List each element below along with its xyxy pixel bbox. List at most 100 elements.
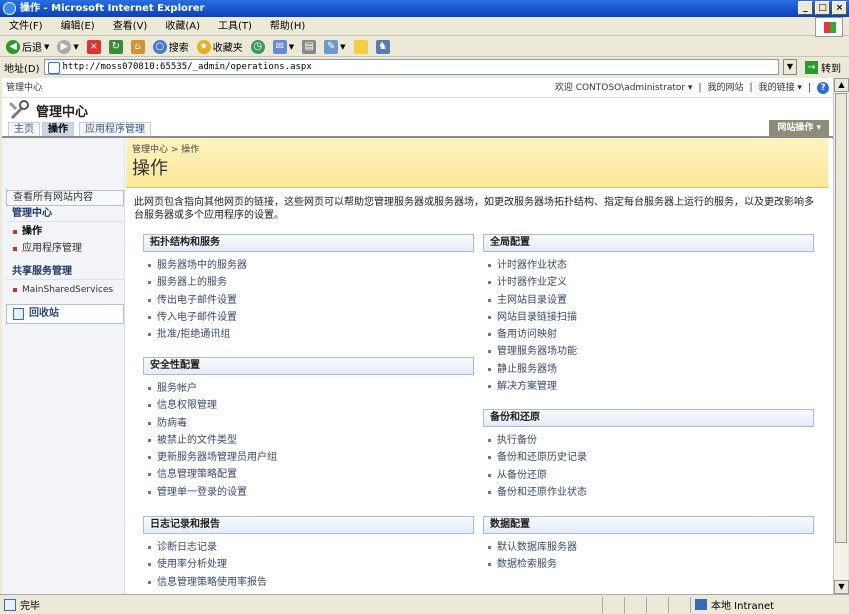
ie-icon [3,2,16,15]
section-title: 备份和还原 [483,409,814,427]
link-timer-job-definitions[interactable]: 计时器作业定义 [483,274,814,291]
favorites-button[interactable]: ★ 收藏夹 [195,38,245,56]
nav-item-operations[interactable]: 操作 [6,224,124,240]
messenger-button[interactable]: ♞ [374,38,392,56]
menu-file[interactable]: 文件(F) [0,17,52,36]
section-title: 全局配置 [483,234,814,252]
link-backup-job-status[interactable]: 备份和还原作业状态 [483,484,814,501]
my-site-link[interactable]: 我的网站 [708,78,744,98]
tab-app-management[interactable]: 应用程序管理 [79,122,151,136]
scroll-down-button[interactable]: ▼ [834,580,849,594]
link-farm-admin-group[interactable]: 更新服务器场管理员用户组 [143,449,474,466]
link-timer-job-status[interactable]: 计时器作业状态 [483,257,814,274]
link-sso-settings[interactable]: 管理单一登录的设置 [143,484,474,501]
back-button[interactable]: ◀ 后退 ▼ [4,38,51,56]
help-icon[interactable]: ? [817,82,829,94]
site-title[interactable]: 管理中心 [36,101,88,120]
menu-favorites[interactable]: 收藏(A) [156,17,209,36]
tools-icon [8,100,29,119]
link-info-policy-config[interactable]: 信息管理策略配置 [143,466,474,483]
link-quiesce-farm[interactable]: 静止服务器场 [483,361,814,378]
chevron-down-icon: ▼ [340,42,346,51]
link-farm-features[interactable]: 管理服务器场功能 [483,343,814,360]
link-usage-analysis[interactable]: 使用率分析处理 [143,556,474,573]
stop-icon: × [86,39,101,54]
scroll-up-button[interactable]: ▲ [834,78,849,92]
link-perform-backup[interactable]: 执行备份 [483,432,814,449]
nav-section-shared-services[interactable]: 共享服务管理 [6,264,124,280]
menu-edit[interactable]: 编辑(E) [52,17,104,36]
link-antivirus[interactable]: 防病毒 [143,415,474,432]
link-alternate-access-mappings[interactable]: 备用访问映射 [483,326,814,343]
link-solution-management[interactable]: 解决方案管理 [483,378,814,395]
nav-section-central-admin[interactable]: 管理中心 [6,206,124,222]
refresh-button[interactable]: ↻ [107,38,125,56]
page-viewport: 管理中心 欢迎 CONTOSO\administrator ▾ | 我的网站 | 我… [2,78,833,594]
go-button[interactable]: → 转到 [801,60,845,75]
nav-item-app-management[interactable]: 应用程序管理 [6,241,124,257]
discuss-button[interactable] [352,38,370,56]
link-data-retrieval-service[interactable]: 数据检索服务 [483,556,814,573]
link-incoming-email[interactable]: 传入电子邮件设置 [143,309,474,326]
tab-home[interactable]: 主页 [8,122,40,136]
forward-button[interactable]: ▶ ▼ [55,38,80,56]
status-bar: 完毕 本地 Intranet [0,594,849,614]
link-services-on-server[interactable]: 服务器上的服务 [143,274,474,291]
link-diagnostic-logging[interactable]: 诊断日志记录 [143,539,474,556]
forward-arrow-icon: ▶ [57,39,72,54]
address-label: 地址(D) [4,63,40,75]
recycle-bin-icon [13,308,24,320]
close-button[interactable]: × [832,1,847,15]
welcome-menu[interactable]: 欢迎 CONTOSO\administrator ▾ [555,78,693,98]
print-button[interactable]: ▤ [300,38,318,56]
mail-button[interactable]: ✉ ▼ [271,38,296,56]
link-servers-in-farm[interactable]: 服务器场中的服务器 [143,257,474,274]
my-links-menu[interactable]: 我的链接 ▾ [759,78,802,98]
link-default-db-server[interactable]: 默认数据库服务器 [483,539,814,556]
nav-item-main-shared-services[interactable]: MainSharedServices [6,282,124,298]
link-site-directory-scan[interactable]: 网站目录链接扫描 [483,309,814,326]
top-nav-tabs: 主页 操作 应用程序管理 网站操作 ▾ [2,120,833,138]
site-actions-menu[interactable]: 网站操作 ▾ [769,120,829,136]
section-security: 安全性配置 服务帐户 信息权限管理 防病毒 被禁止的文件类型 更新服务器场管理员… [143,357,474,501]
link-restore-from-backup[interactable]: 从备份还原 [483,467,814,484]
link-policy-usage-reports[interactable]: 信息管理策略使用率报告 [143,574,474,591]
minimize-button[interactable]: _ [798,1,813,15]
address-bar: 地址(D) http://moss070810:65535/_admin/ope… [0,57,849,77]
menu-bar: 文件(F) 编辑(E) 查看(V) 收藏(A) 工具(T) 帮助(H) [0,17,849,36]
section-data-config: 数据配置 默认数据库服务器 数据检索服务 [483,516,814,574]
search-button[interactable]: ○ 搜索 [151,38,191,56]
link-service-accounts[interactable]: 服务帐户 [143,380,474,397]
star-icon: ★ [196,39,211,54]
history-icon: ◷ [250,39,265,54]
note-icon [353,39,368,54]
link-approve-distribution-groups[interactable]: 批准/拒绝通讯组 [143,326,474,343]
stop-button[interactable]: × [85,38,103,56]
address-input[interactable]: http://moss070810:65535/_admin/operation… [43,59,779,75]
link-blocked-file-types[interactable]: 被禁止的文件类型 [143,432,474,449]
section-title: 日志记录和报告 [143,516,474,534]
home-button[interactable]: ⌂ [129,38,147,56]
link-backup-history[interactable]: 备份和还原历史记录 [483,449,814,466]
view-all-site-content-link[interactable]: 查看所有网站内容 [6,190,124,206]
section-title: 数据配置 [483,516,814,534]
scroll-thumb[interactable] [835,93,847,543]
menu-tools[interactable]: 工具(T) [209,17,261,36]
link-irm[interactable]: 信息权限管理 [143,397,474,414]
maximize-button[interactable]: □ [815,1,830,15]
menu-view[interactable]: 查看(V) [104,17,157,36]
history-button[interactable]: ◷ [249,38,267,56]
link-master-site-directory[interactable]: 主网站目录设置 [483,292,814,309]
edit-button[interactable]: ✎ ▼ [322,38,347,56]
vertical-scrollbar[interactable]: ▲ ▼ [833,78,849,594]
chevron-down-icon: ▼ [288,42,295,51]
address-dropdown-button[interactable]: ▼ [783,59,797,75]
messenger-icon: ♞ [375,39,390,54]
tab-operations[interactable]: 操作 [42,122,74,136]
window-title: 操作 - Microsoft Internet Explorer [20,3,205,14]
back-arrow-icon: ◀ [6,39,20,54]
menu-help[interactable]: 帮助(H) [261,17,314,36]
recycle-bin-link[interactable]: 回收站 [6,304,124,324]
link-outgoing-email[interactable]: 传出电子邮件设置 [143,292,474,309]
site-crumb[interactable]: 管理中心 [6,78,42,98]
